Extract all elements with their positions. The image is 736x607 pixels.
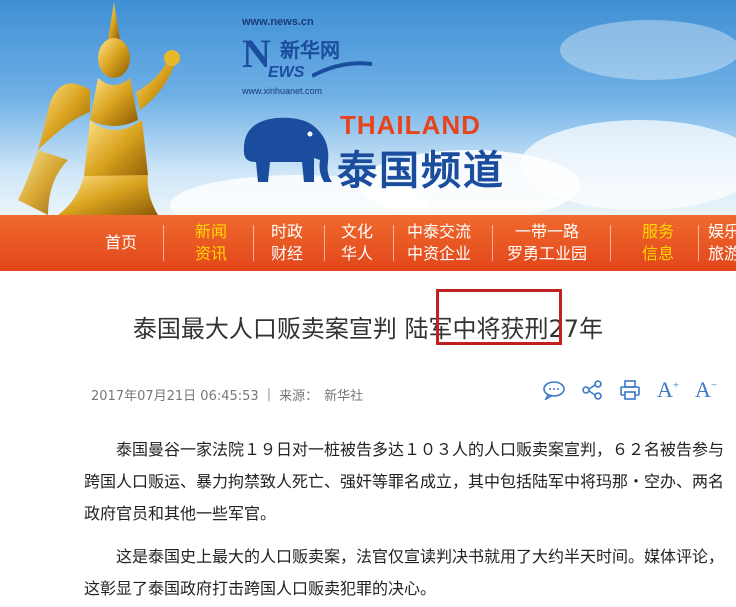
meta-divider: | xyxy=(266,387,272,402)
nav-label: 信息 xyxy=(641,244,674,263)
publish-datetime: 2017年07月21日 06:45:53 xyxy=(91,389,259,404)
nav-item-belt-road[interactable]: 一带一路 罗勇工业园 xyxy=(494,215,600,271)
nav-label: 一带一路 xyxy=(514,222,579,241)
comment-button[interactable] xyxy=(535,374,573,406)
font-increase-label: A xyxy=(656,377,673,402)
logo-letters-ews: EWS xyxy=(268,64,305,81)
nav-item-news[interactable]: 新闻 资讯 xyxy=(180,215,242,271)
nav-label: 新闻 xyxy=(194,222,227,241)
article-paragraph: 泰国曼谷一家法院１９日对一桩被告多达１０３人的人口贩卖案宣判，６２名被告参与跨国… xyxy=(84,440,725,523)
nav-label: 资讯 xyxy=(194,244,227,263)
font-decrease-button[interactable]: A− xyxy=(687,374,725,406)
nav-label: 服务 xyxy=(641,222,674,241)
article-title: 泰国最大人口贩卖案宣判 陆军中将获刑27年 xyxy=(132,315,604,343)
comment-icon xyxy=(543,381,565,400)
nav-divider xyxy=(610,225,611,261)
logo-chinese-name: 新华网 xyxy=(280,38,340,62)
nav-label: 罗勇工业园 xyxy=(506,244,587,263)
nav-label: 文化 xyxy=(340,222,373,241)
nav-item-entertainment[interactable]: 娱乐 旅游 xyxy=(708,215,736,271)
font-decrease-icon: A− xyxy=(694,377,718,402)
nav-label: 时政 xyxy=(270,222,303,241)
print-icon xyxy=(620,380,640,400)
nav-label: 财经 xyxy=(270,244,303,263)
nav-label: 旅游 xyxy=(708,244,736,263)
highlight-annotation-box xyxy=(436,289,562,345)
nav-item-culture[interactable]: 文化 华人 xyxy=(326,215,388,271)
nav-divider xyxy=(324,225,325,261)
nav-label: 中泰交流 xyxy=(406,222,471,241)
nav-item-home[interactable]: 首页 xyxy=(92,215,150,271)
channel-title-cn: 泰国频道 xyxy=(337,148,505,194)
nav-label: 首页 xyxy=(104,233,137,252)
nav-label: 中资企业 xyxy=(406,244,471,263)
nav-label: 娱乐 xyxy=(708,222,736,241)
article-meta: 2017年07月21日 06:45:53 | 来源： 新华社 xyxy=(91,385,363,404)
nav-divider xyxy=(698,225,699,261)
xinhua-logo[interactable]: www.news.cn N 新华网 EWS www.xinhuanet.com xyxy=(242,16,392,100)
header-banner: www.news.cn N 新华网 EWS www.xinhuanet.com … xyxy=(0,0,736,215)
print-button[interactable] xyxy=(611,374,649,406)
font-increase-icon: A+ xyxy=(656,377,680,402)
nav-item-exchange[interactable]: 中泰交流 中资企业 xyxy=(396,215,482,271)
golden-statue-image xyxy=(18,2,180,215)
nav-divider xyxy=(393,225,394,261)
nav-divider xyxy=(253,225,254,261)
elephant-icon xyxy=(243,117,332,182)
article-paragraph: 这是泰国史上最大的人口贩卖案，法官仅宣读判决书就用了大约半天时间。媒体评论，这彰… xyxy=(84,547,725,598)
main-navigation: 首页 新闻 资讯 时政 财经 文化 华人 中泰交流 中资企业 一带一路 罗勇工业… xyxy=(0,215,736,271)
font-increase-button[interactable]: A+ xyxy=(649,374,687,406)
logo-swoosh-icon xyxy=(312,61,372,78)
logo-letter-n: N xyxy=(242,31,271,76)
nav-item-politics-finance[interactable]: 时政 财经 xyxy=(256,215,318,271)
site-url-bottom: www.xinhuanet.com xyxy=(242,86,323,96)
cloud-decoration xyxy=(560,20,736,80)
nav-label: 华人 xyxy=(340,244,373,263)
font-decrease-label: A xyxy=(694,377,711,402)
share-button[interactable] xyxy=(573,374,611,406)
article-toolbar: A+ A− xyxy=(535,374,725,406)
source-label: 来源： xyxy=(279,389,319,404)
channel-title-en: THAILAND xyxy=(340,110,481,140)
nav-divider xyxy=(492,225,493,261)
share-icon xyxy=(582,380,602,400)
nav-item-services[interactable]: 服务 信息 xyxy=(627,215,689,271)
site-url-top: www.news.cn xyxy=(242,16,314,28)
nav-divider xyxy=(163,225,164,261)
source-name: 新华社 xyxy=(324,389,364,404)
